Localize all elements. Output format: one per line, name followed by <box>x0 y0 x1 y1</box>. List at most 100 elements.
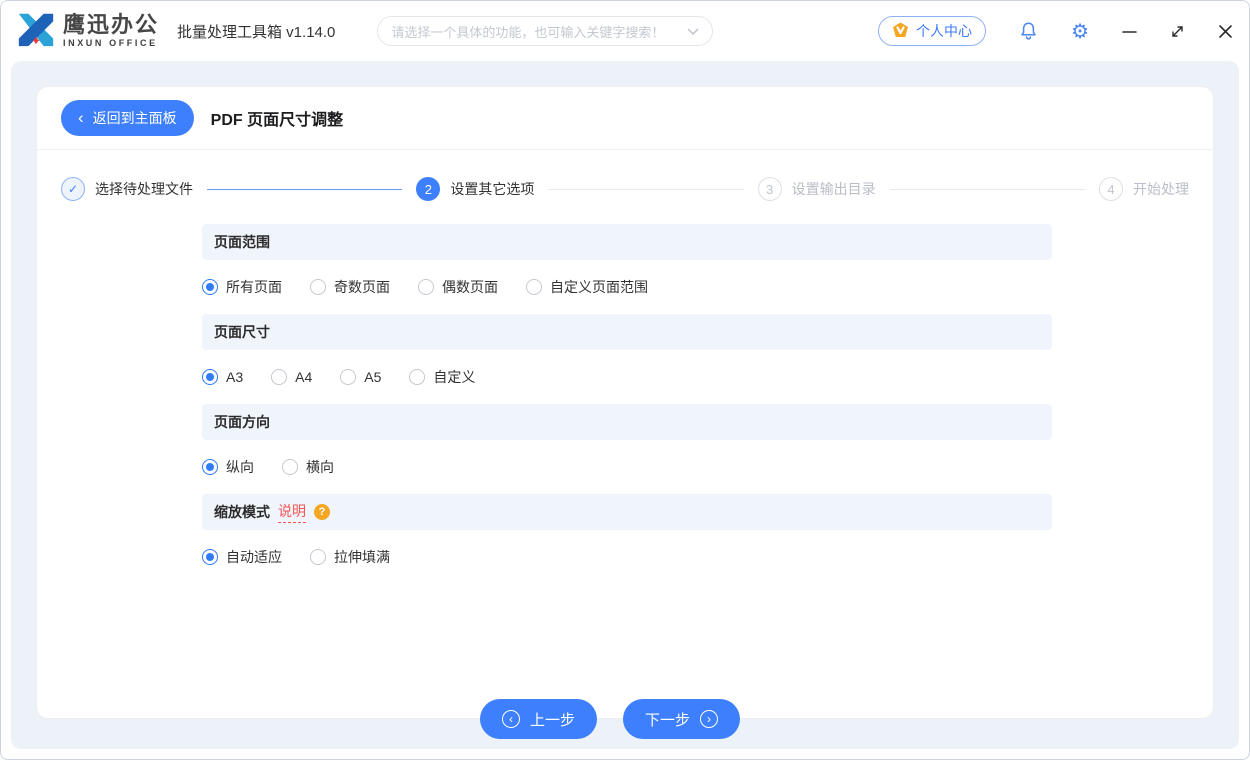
radio-icon[interactable] <box>310 279 326 295</box>
radio-selected-icon[interactable] <box>202 459 218 475</box>
radio-label: A5 <box>364 369 381 385</box>
user-center-button[interactable]: 个人中心 <box>878 16 986 46</box>
next-circle-icon: › <box>700 710 718 728</box>
section-header: 页面方向 <box>202 404 1052 440</box>
check-icon: ✓ <box>61 177 85 201</box>
step-number: 4 <box>1099 177 1123 201</box>
page-title: PDF 页面尺寸调整 <box>211 106 343 130</box>
form-section: 页面范围所有页面 奇数页面 偶数页面 自定义页面范围 <box>202 224 1052 314</box>
radio-label: 所有页面 <box>226 277 282 297</box>
section-title: 页面尺寸 <box>214 322 270 342</box>
notification-bell-icon[interactable] <box>1019 21 1038 41</box>
step-item: ✓ 选择待处理文件 <box>61 177 193 201</box>
radio-label: 自定义 <box>433 367 475 387</box>
app-title: 批量处理工具箱 v1.14.0 <box>177 21 335 42</box>
radio-selected-icon[interactable] <box>202 549 218 565</box>
logo-icon <box>15 8 57 55</box>
radio-option[interactable]: 横向 <box>282 457 334 477</box>
step-number: 2 <box>416 177 440 201</box>
radio-group: 纵向 横向 <box>202 440 1052 494</box>
search-placeholder: 请选择一个具体的功能，也可输入关键字搜索！ <box>391 22 664 41</box>
close-icon[interactable] <box>1218 24 1233 39</box>
radio-icon[interactable] <box>418 279 434 295</box>
radio-selected-icon[interactable] <box>202 369 218 385</box>
radio-label: 奇数页面 <box>334 277 390 297</box>
radio-option[interactable]: A5 <box>340 369 381 385</box>
section-header: 页面尺寸 <box>202 314 1052 350</box>
radio-option[interactable]: 所有页面 <box>202 277 282 297</box>
radio-group: 自动适应 拉伸填满 <box>202 530 1052 584</box>
radio-option[interactable]: 自动适应 <box>202 547 282 567</box>
radio-option[interactable]: 偶数页面 <box>418 277 498 297</box>
vip-badge-icon <box>892 22 909 41</box>
brand-cn: 鹰迅办公 <box>63 14 159 36</box>
radio-label: 自定义页面范围 <box>550 277 648 297</box>
radio-option[interactable]: 纵向 <box>202 457 254 477</box>
card-header: ‹ 返回到主面板 PDF 页面尺寸调整 <box>37 87 1213 150</box>
section-title: 页面范围 <box>214 232 270 252</box>
step-item: 2 设置其它选项 <box>416 177 534 201</box>
wizard-footer: ‹ 上一步 下一步 › <box>480 699 740 739</box>
help-link[interactable]: 说明 <box>278 501 306 523</box>
step-label: 开始处理 <box>1133 179 1189 199</box>
section-title: 缩放模式 <box>214 502 270 522</box>
radio-label: 偶数页面 <box>442 277 498 297</box>
radio-icon[interactable] <box>526 279 542 295</box>
function-search-select[interactable]: 请选择一个具体的功能，也可输入关键字搜索！ <box>377 16 713 46</box>
step-item: 3 设置输出目录 <box>758 177 876 201</box>
radio-icon[interactable] <box>282 459 298 475</box>
chevron-down-icon <box>687 24 699 39</box>
radio-group: 所有页面 奇数页面 偶数页面 自定义页面范围 <box>202 260 1052 314</box>
radio-icon[interactable] <box>340 369 356 385</box>
radio-icon[interactable] <box>409 369 425 385</box>
radio-icon[interactable] <box>271 369 287 385</box>
radio-label: 纵向 <box>226 457 254 477</box>
resize-icon[interactable] <box>1170 24 1185 39</box>
user-center-label: 个人中心 <box>916 21 972 41</box>
back-chevron-icon: ‹ <box>78 109 84 126</box>
step-indicator: ✓ 选择待处理文件 2 设置其它选项 3 设置输出目录 4 开始处理 <box>37 150 1213 201</box>
step-label: 选择待处理文件 <box>95 179 193 199</box>
form-section: 页面方向纵向 横向 <box>202 404 1052 494</box>
radio-option[interactable]: 奇数页面 <box>310 277 390 297</box>
radio-label: A4 <box>295 369 312 385</box>
step-connector <box>207 189 402 190</box>
settings-gear-icon[interactable]: ⚙ <box>1071 21 1089 41</box>
radio-selected-icon[interactable] <box>202 279 218 295</box>
wizard-card: ‹ 返回到主面板 PDF 页面尺寸调整 ✓ 选择待处理文件 2 设置其它选项 3 设置输出… <box>36 86 1214 719</box>
radio-option[interactable]: 自定义页面范围 <box>526 277 648 297</box>
prev-step-button[interactable]: ‹ 上一步 <box>480 699 597 739</box>
radio-icon[interactable] <box>310 549 326 565</box>
brand-name: 鹰迅办公 INXUN OFFICE <box>63 14 159 48</box>
radio-label: 拉伸填满 <box>334 547 390 567</box>
next-step-button[interactable]: 下一步 › <box>623 699 740 739</box>
step-number: 3 <box>758 177 782 201</box>
radio-option[interactable]: A3 <box>202 369 243 385</box>
step-connector <box>890 189 1085 190</box>
minimize-icon[interactable] <box>1122 24 1137 39</box>
options-form: 页面范围所有页面 奇数页面 偶数页面 自定义页面范围页面尺寸 A3 A4 A5 自定义页面方向… <box>202 224 1052 584</box>
back-button-label: 返回到主面板 <box>93 108 177 128</box>
next-step-label: 下一步 <box>645 709 690 730</box>
prev-step-label: 上一步 <box>530 709 575 730</box>
step-label: 设置输出目录 <box>792 179 876 199</box>
radio-group: A3 A4 A5 自定义 <box>202 350 1052 404</box>
radio-option[interactable]: 自定义 <box>409 367 475 387</box>
page-background: ‹ 返回到主面板 PDF 页面尺寸调整 ✓ 选择待处理文件 2 设置其它选项 3 设置输出… <box>11 61 1239 749</box>
radio-option[interactable]: 拉伸填满 <box>310 547 390 567</box>
radio-option[interactable]: A4 <box>271 369 312 385</box>
back-to-dashboard-button[interactable]: ‹ 返回到主面板 <box>61 100 194 136</box>
app-window: 鹰迅办公 INXUN OFFICE 批量处理工具箱 v1.14.0 请选择一个具… <box>0 0 1250 760</box>
step-connector <box>548 189 743 190</box>
step-label: 设置其它选项 <box>450 179 534 199</box>
form-section: 缩放模式说明? 自动适应 拉伸填满 <box>202 494 1052 584</box>
section-title: 页面方向 <box>214 412 270 432</box>
prev-circle-icon: ‹ <box>502 710 520 728</box>
radio-label: A3 <box>226 369 243 385</box>
section-header: 缩放模式说明? <box>202 494 1052 530</box>
step-item: 4 开始处理 <box>1099 177 1189 201</box>
section-header: 页面范围 <box>202 224 1052 260</box>
form-section: 页面尺寸 A3 A4 A5 自定义 <box>202 314 1052 404</box>
radio-label: 自动适应 <box>226 547 282 567</box>
help-question-icon[interactable]: ? <box>314 504 330 520</box>
